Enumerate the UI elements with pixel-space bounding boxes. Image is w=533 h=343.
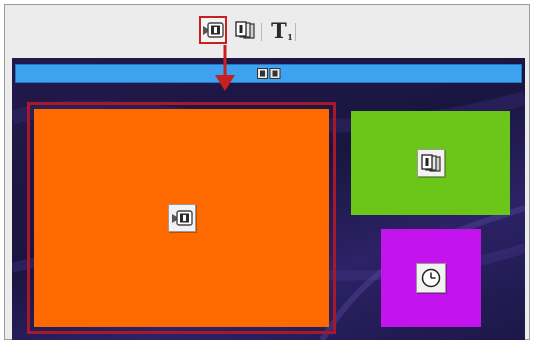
video-zone-icon	[203, 22, 224, 38]
main-zone-fill	[34, 109, 329, 327]
purple-zone-icon-box	[416, 263, 446, 293]
layout-canvas[interactable]	[12, 58, 525, 340]
text-zone-glyph: T	[271, 17, 287, 43]
main-zone-icon-box	[167, 204, 196, 232]
filmstrip-icon	[256, 68, 280, 79]
multi-media-zone-button[interactable]	[231, 16, 259, 44]
clock-icon	[421, 268, 441, 288]
main-zone[interactable]	[27, 102, 336, 334]
toolbar-separator	[261, 23, 262, 41]
ticker-zone[interactable]	[15, 64, 522, 83]
multi-media-zone-icon	[420, 154, 441, 172]
text-zone-button[interactable]: T1	[265, 16, 293, 44]
toolbar-separator	[295, 23, 296, 41]
green-zone-icon-box	[416, 149, 445, 177]
text-zone-icon: T1	[271, 17, 293, 43]
zone-toolbar: T1	[5, 5, 529, 56]
text-zone-subscript: 1	[287, 31, 293, 42]
single-media-zone-button[interactable]	[199, 16, 227, 44]
video-zone-icon	[171, 210, 193, 226]
purple-zone[interactable]	[381, 229, 481, 327]
green-zone[interactable]	[351, 111, 510, 215]
red-pointer-arrow	[215, 45, 235, 91]
multi-media-zone-icon	[235, 21, 255, 39]
layout-editor-window: T1	[4, 4, 530, 340]
